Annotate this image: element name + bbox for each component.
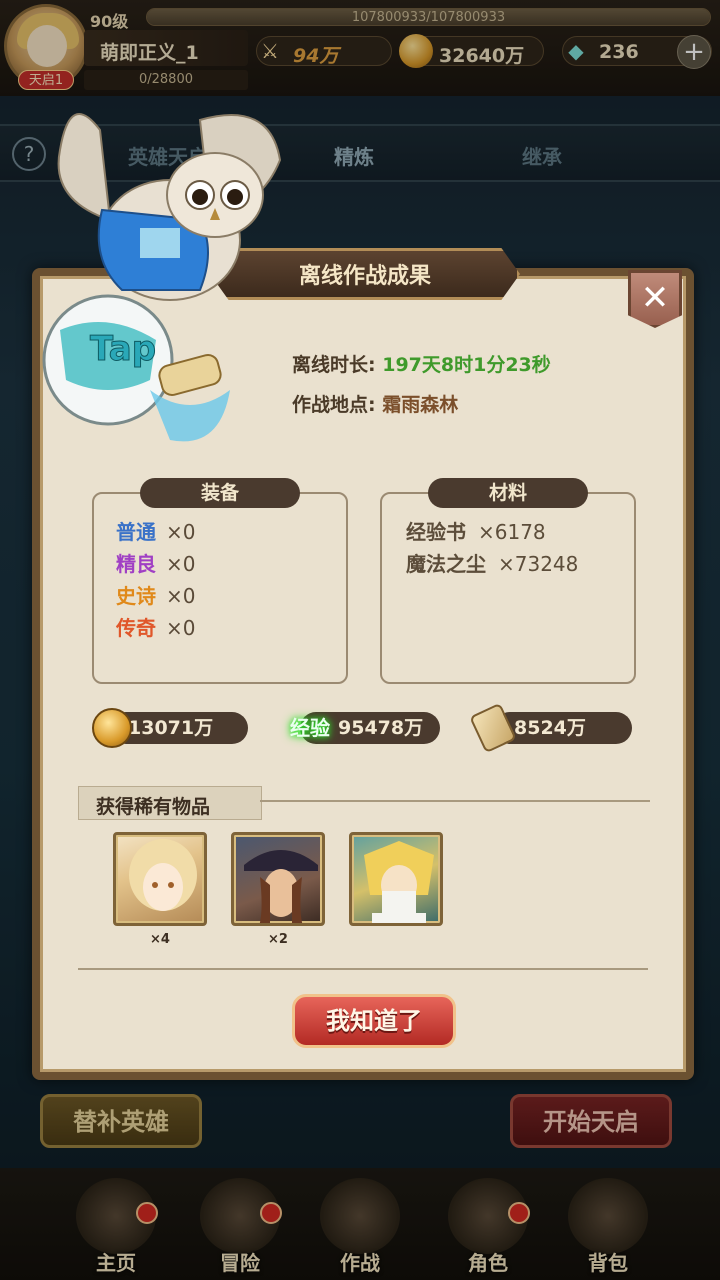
equipment-row: 传奇 ×0 [116, 612, 195, 641]
material-name: 经验书 [406, 520, 466, 544]
rare-items-divider [260, 800, 650, 802]
location-value: 霜雨森林 [382, 394, 459, 416]
hero-portrait-pirate [244, 850, 318, 923]
exp-reward-value: 95478万 [338, 717, 424, 739]
equipment-row: 普通 ×0 [116, 516, 195, 545]
equip-grade-name: 史诗 [116, 584, 156, 608]
acknowledge-button[interactable]: 我知道了 [292, 994, 456, 1048]
hero-card[interactable] [113, 832, 207, 926]
equip-grade-count: ×0 [166, 616, 196, 640]
gold-coin-icon [92, 708, 132, 748]
battle-location-row: 作战地点: 霜雨森林 [292, 390, 458, 417]
hero-count: ×4 [150, 932, 170, 947]
scroll-reward: 8524万 [494, 712, 632, 744]
equip-grade-name: 精良 [116, 552, 156, 576]
rare-items-title: 获得稀有物品 [96, 796, 211, 818]
equip-grade-name: 普通 [116, 520, 156, 544]
location-label: 作战地点: [292, 394, 376, 416]
gold-reward-value: 13071万 [128, 717, 214, 739]
equip-grade-count: ×0 [166, 520, 196, 544]
equipment-row: 史诗 ×0 [116, 580, 195, 609]
scroll-reward-value: 8524万 [514, 717, 586, 739]
material-row: 魔法之尘 ×73248 [406, 548, 578, 577]
material-count: ×6178 [478, 520, 546, 544]
equip-grade-count: ×0 [166, 552, 196, 576]
exp-icon: 经验 [290, 716, 330, 740]
offline-duration-row: 离线时长: 197天8时1分23秒 [292, 350, 551, 377]
duration-label: 离线时长: [292, 354, 376, 376]
close-icon: ✕ [640, 278, 670, 318]
dialog-title: 离线作战成果 [298, 264, 431, 289]
equip-grade-count: ×0 [166, 584, 196, 608]
hero-portrait-blonde-female [129, 839, 197, 911]
materials-title: 材料 [428, 478, 588, 508]
hero-card[interactable] [231, 832, 325, 926]
equipment-row: 精良 ×0 [116, 548, 195, 577]
equip-grade-name: 传奇 [116, 616, 156, 640]
hero-card[interactable] [349, 832, 443, 926]
equipment-title: 装备 [140, 478, 300, 508]
material-count: ×73248 [498, 552, 579, 576]
dialog-divider [78, 968, 648, 970]
material-name: 魔法之尘 [406, 552, 486, 576]
duration-value: 197天8时1分23秒 [382, 354, 551, 376]
hero-count: ×2 [268, 932, 288, 947]
hero-portrait-masked-blonde [364, 841, 434, 923]
material-row: 经验书 ×6178 [406, 516, 546, 545]
